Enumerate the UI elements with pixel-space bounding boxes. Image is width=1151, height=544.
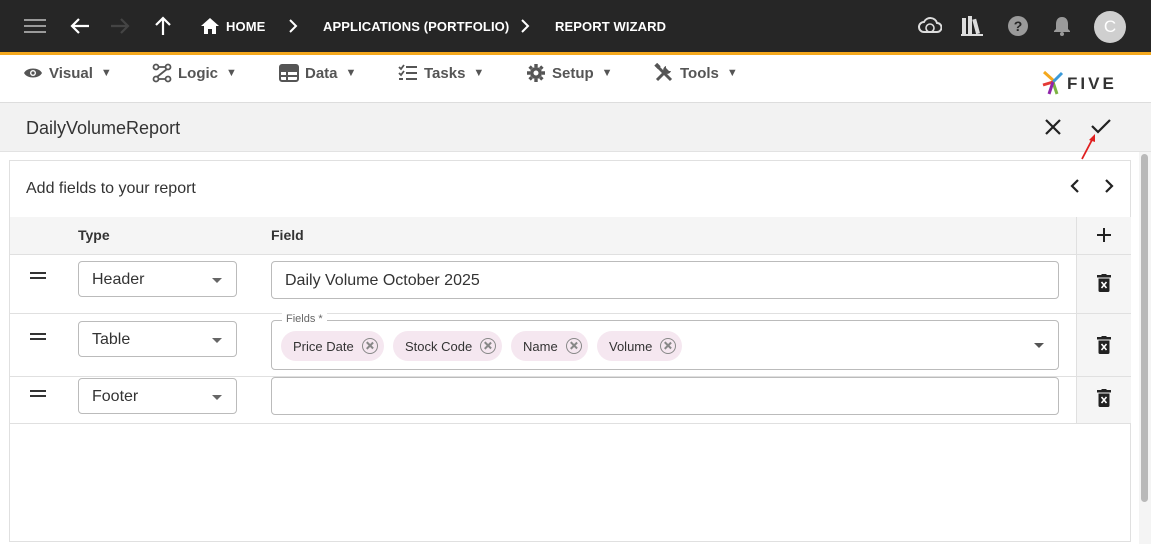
chevron-left-icon[interactable] [1069,178,1081,199]
remove-chip-icon[interactable] [660,338,677,354]
menu-tasks-label: Tasks [424,64,466,82]
remove-chip-icon[interactable] [565,338,582,354]
add-row-icon[interactable] [1096,227,1112,248]
dropdown-arrow-icon [212,278,222,283]
logo-text: FIVE [1067,74,1117,93]
tasks-icon [398,64,417,80]
bell-icon[interactable] [1050,14,1074,38]
menu-tools-label: Tools [680,64,719,82]
forward-arrow-icon [108,14,132,38]
page-title: DailyVolumeReport [26,118,181,138]
field-chip-label: Stock Code [405,338,473,354]
row-action-cell [1076,377,1131,423]
menu-logic[interactable]: Logic ▼ [152,62,237,84]
menu-setup-label: Setup [552,64,594,82]
drag-handle-icon[interactable] [30,390,46,398]
dropdown-arrow-icon[interactable] [1034,343,1044,348]
field-input[interactable]: Daily Volume October 2025 [271,261,1059,299]
gear-icon [527,64,545,82]
type-select-value: Footer [92,388,139,405]
field-chip[interactable]: Name [511,331,588,361]
svg-text:?: ? [1014,18,1023,34]
top-app-bar: HOME APPLICATIONS (PORTFOLIO) REPORT WIZ… [0,0,1151,55]
breadcrumb-applications[interactable]: APPLICATIONS (PORTFOLIO) [323,19,509,34]
chevron-right-icon[interactable] [1103,178,1115,199]
dropdown-arrow-icon [212,338,222,343]
up-arrow-icon[interactable] [151,14,175,38]
caret-down-icon: ▼ [473,67,485,79]
card-title: Add fields to your report [26,180,196,197]
remove-chip-icon[interactable] [361,338,378,354]
help-icon[interactable]: ? [1006,14,1030,38]
field-input[interactable] [271,377,1059,415]
chevron-right-icon [513,14,537,38]
field-input-value: Daily Volume October 2025 [285,272,480,289]
field-chip[interactable]: Stock Code [393,331,503,361]
library-icon[interactable] [960,14,984,38]
breadcrumb-report-wizard: REPORT WIZARD [555,19,667,34]
menu-icon[interactable] [23,14,47,38]
type-select[interactable]: Footer [78,378,237,414]
row-action-cell [1076,255,1131,313]
avatar[interactable]: C [1094,11,1126,43]
chevron-right-icon [281,14,305,38]
table-header: Type Field [10,217,1131,255]
field-chip-label: Name [523,338,558,354]
form-title-bar: DailyVolumeReport [0,103,1151,152]
table-icon [279,64,299,82]
caret-down-icon: ▼ [226,67,237,79]
menu-setup[interactable]: Setup ▼ [526,62,613,84]
report-fields-card: Add fields to your report Type Field Hea… [9,160,1131,542]
remove-chip-icon[interactable] [480,338,497,354]
field-chip[interactable]: Volume [597,331,683,361]
field-chip[interactable]: Price Date [281,331,384,361]
breadcrumb-home[interactable]: HOME [226,19,265,34]
type-select-value: Header [92,271,145,288]
caret-down-icon: ▼ [601,67,613,79]
field-chip-label: Volume [609,338,653,354]
cloud-sync-icon[interactable] [918,14,942,38]
menu-visual-label: Visual [49,64,93,82]
caret-down-icon: ▼ [726,67,738,79]
column-header-type: Type [78,227,110,243]
menu-data[interactable]: Data ▼ [279,62,356,84]
table-row: Footer [10,377,1131,424]
menu-visual[interactable]: Visual ▼ [23,62,112,84]
delete-icon[interactable] [1097,389,1111,412]
eye-icon [24,68,42,78]
delete-icon[interactable] [1097,274,1111,297]
home-icon[interactable] [198,14,222,38]
type-select-value: Table [92,331,131,348]
five-logo: FIVE [1040,70,1132,96]
row-action-cell [1076,314,1131,376]
tools-icon [654,63,673,82]
menu-tasks[interactable]: Tasks ▼ [398,62,484,84]
header-action-cell [1076,217,1131,254]
dropdown-arrow-icon [212,395,222,400]
menu-logic-label: Logic [178,64,218,82]
back-arrow-icon[interactable] [68,14,92,38]
type-select[interactable]: Table [78,321,237,357]
scrollbar-thumb[interactable] [1141,154,1148,502]
menu-data-label: Data [305,64,338,82]
fields-label: Fields * [282,313,327,325]
table-row: Table Fields * Price Date Stock Code Nam… [10,313,1131,377]
main-menu-bar: Visual ▼ Logic ▼ Data ▼ Tasks ▼ Setup ▼ Tools… [0,55,1151,103]
fields-multiselect[interactable]: Fields * Price Date Stock Code Name Volu… [271,313,1059,370]
field-chip-label: Price Date [293,338,354,354]
delete-icon[interactable] [1097,336,1111,359]
table-row: Header Daily Volume October 2025 [10,255,1131,314]
caret-down-icon: ▼ [100,67,112,79]
type-select[interactable]: Header [78,261,237,297]
column-header-field: Field [271,227,304,243]
drag-handle-icon[interactable] [30,272,46,280]
menu-tools[interactable]: Tools ▼ [654,62,738,84]
drag-handle-icon[interactable] [30,333,46,341]
annotation-arrow-icon [1081,134,1095,160]
close-icon[interactable] [1044,118,1064,138]
logic-icon [152,63,172,83]
caret-down-icon: ▼ [345,67,357,79]
